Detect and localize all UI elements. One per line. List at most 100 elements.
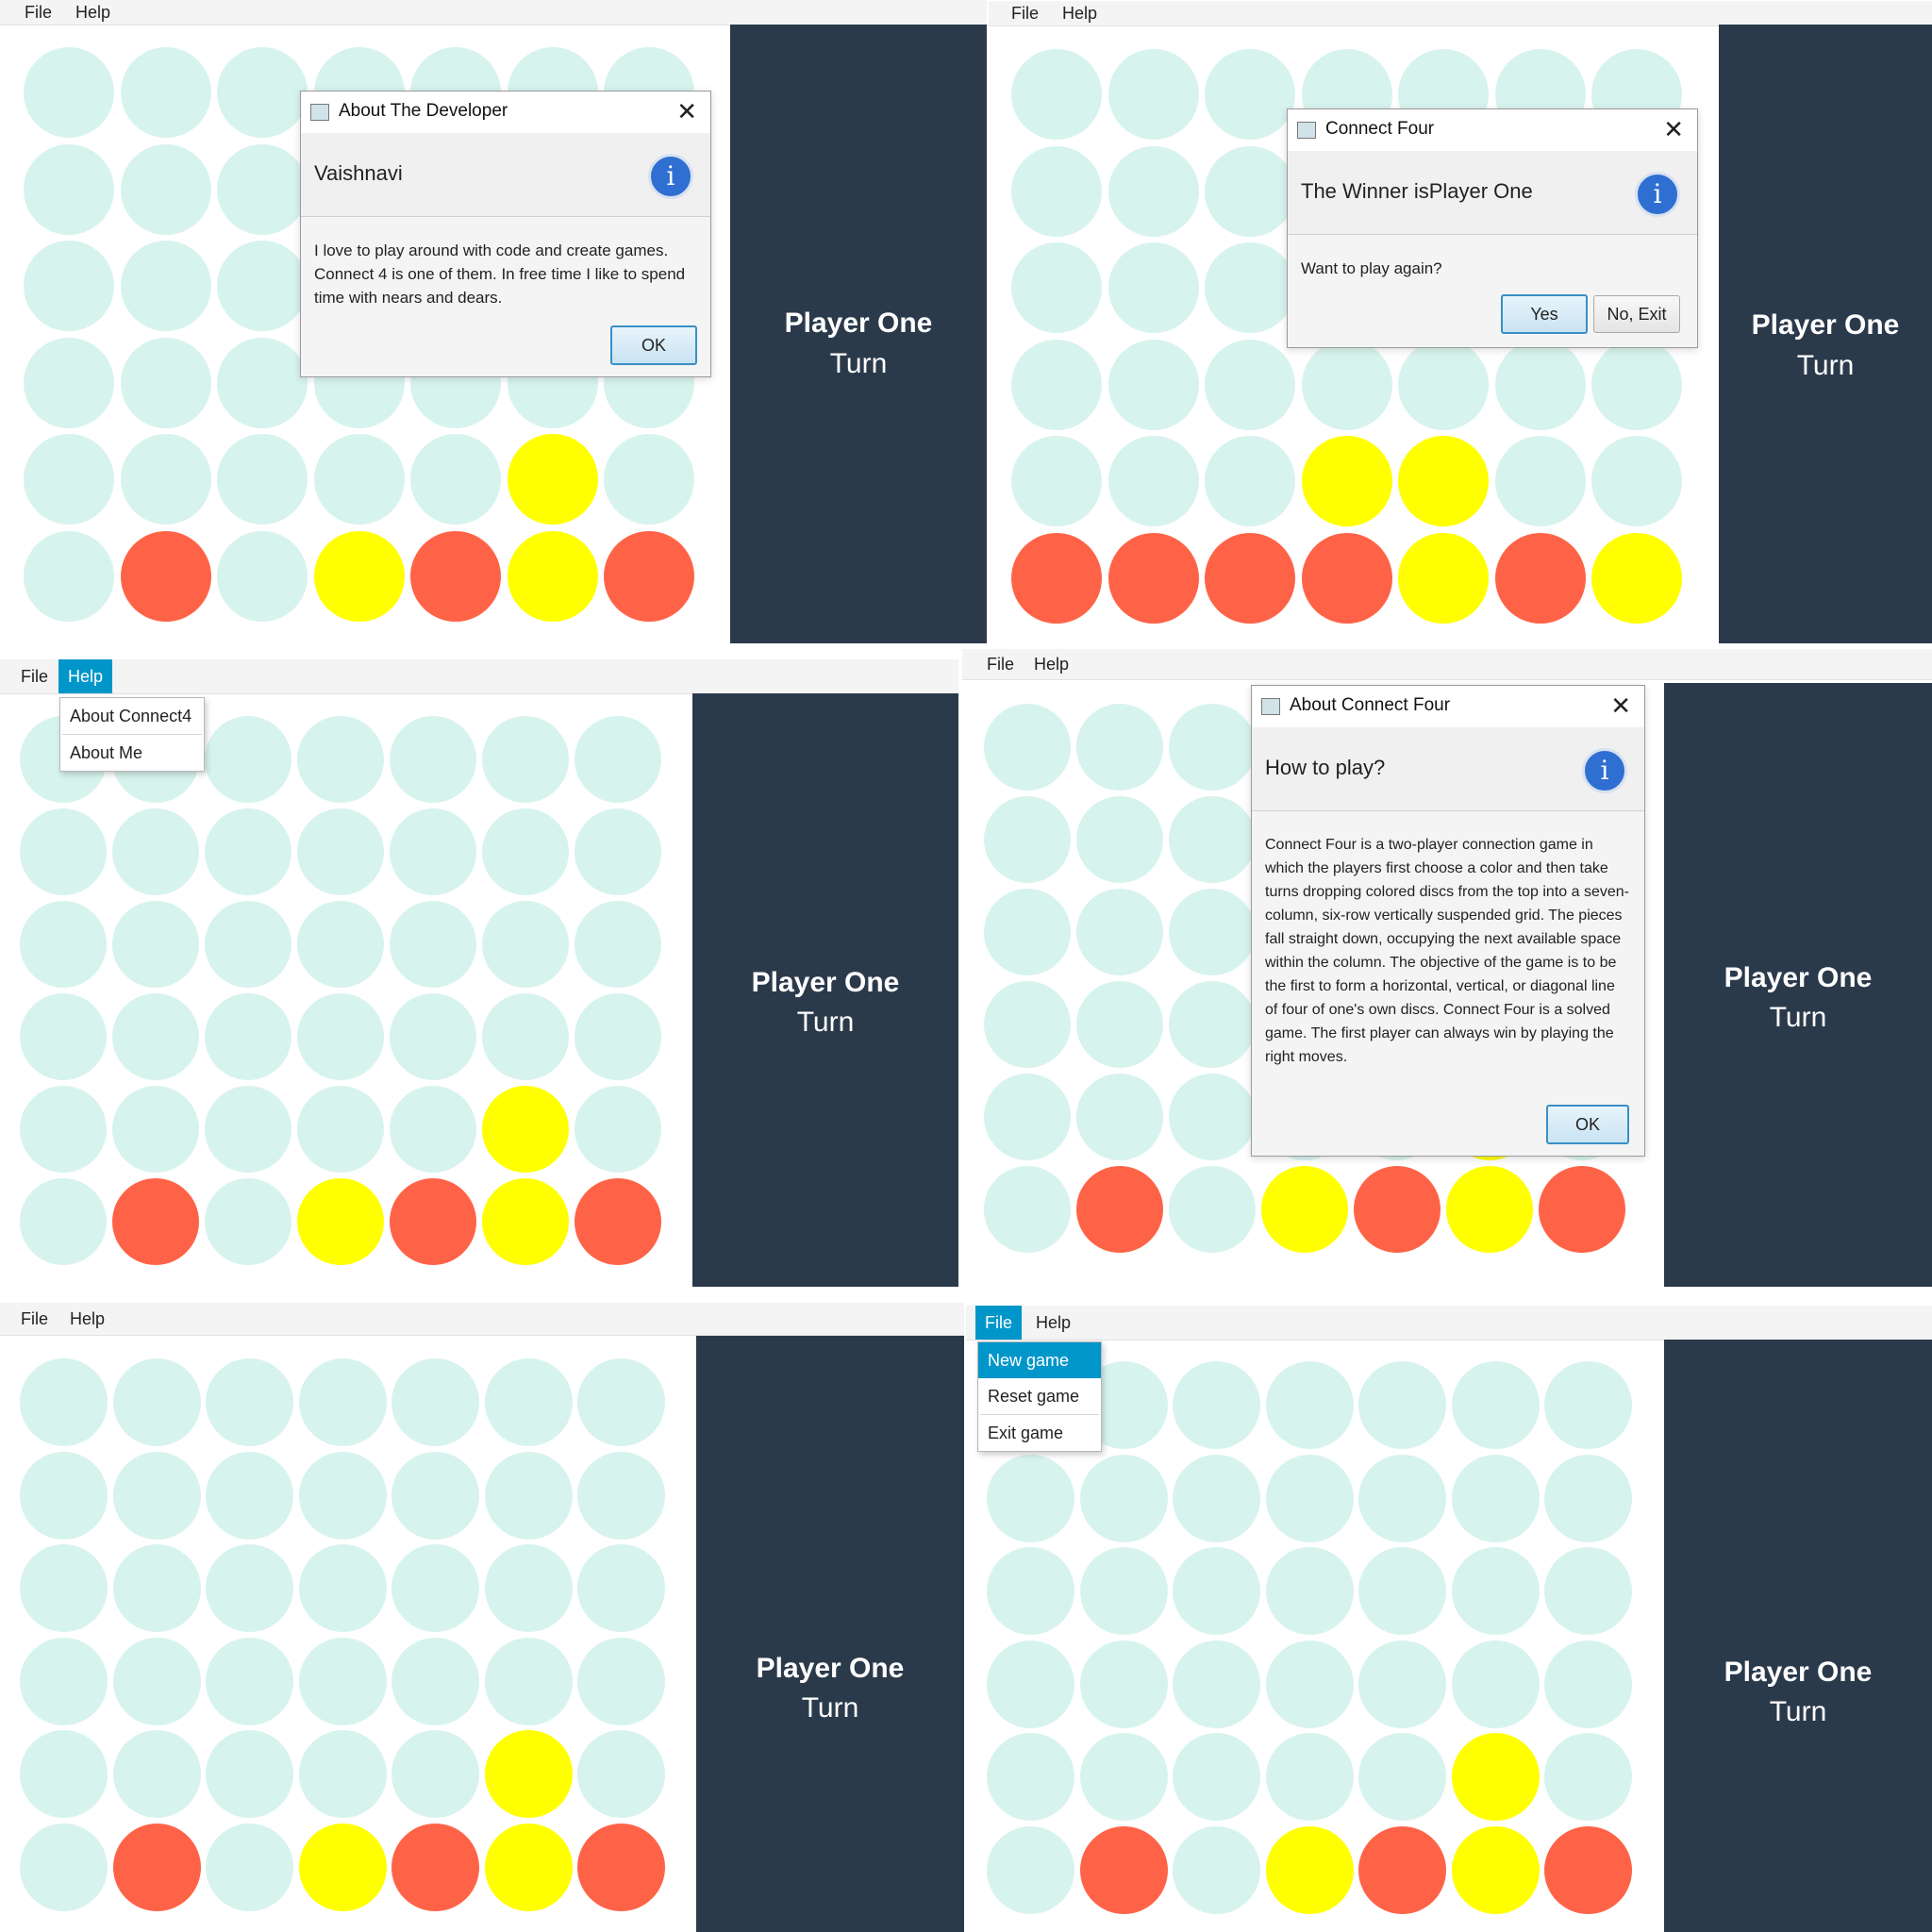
empty-slot	[1079, 1547, 1168, 1635]
yellow-disc	[482, 1178, 569, 1265]
menu-item-reset-game[interactable]: Reset game	[978, 1378, 1101, 1414]
empty-slot	[120, 47, 211, 138]
red-disc	[410, 530, 501, 622]
dialog-header: Vaishnavi i	[301, 133, 710, 217]
empty-slot	[1265, 1640, 1354, 1728]
empty-slot	[206, 1637, 293, 1725]
turn-panel: Player One Turn	[1664, 1340, 1932, 1932]
empty-slot	[1079, 1454, 1168, 1542]
red-disc	[1108, 532, 1199, 624]
turn-label: Turn	[1769, 1696, 1827, 1727]
about-developer-dialog: About The Developer ✕ Vaishnavi i I love…	[300, 91, 711, 377]
empty-slot	[577, 1358, 665, 1446]
menu-item-about-me[interactable]: About Me	[60, 735, 204, 771]
empty-slot	[1108, 436, 1199, 526]
empty-slot	[1544, 1361, 1632, 1449]
help-dropdown: About Connect4 About Me	[59, 697, 205, 772]
empty-slot	[1358, 1454, 1446, 1542]
empty-slot	[1205, 339, 1295, 430]
empty-slot	[1205, 145, 1295, 237]
window-panel-winner: File Help Player One Turn Connect Four ✕…	[989, 0, 1932, 643]
empty-slot	[1076, 796, 1163, 883]
red-disc	[112, 1823, 201, 1911]
red-disc	[1354, 1166, 1441, 1253]
empty-slot	[20, 1823, 108, 1911]
empty-slot	[575, 901, 661, 988]
empty-slot	[205, 1086, 291, 1173]
yellow-disc	[1451, 1825, 1540, 1914]
ok-button[interactable]: OK	[610, 325, 697, 365]
empty-slot	[1265, 1361, 1354, 1449]
close-icon[interactable]: ✕	[1663, 115, 1684, 144]
menu-item-exit-game[interactable]: Exit game	[978, 1415, 1101, 1451]
yellow-disc	[1398, 436, 1489, 526]
empty-slot	[298, 1451, 387, 1540]
about-connect-four-dialog: About Connect Four ✕ How to play? i Conn…	[1251, 685, 1645, 1157]
empty-slot	[1169, 1074, 1256, 1160]
empty-slot	[1358, 1640, 1446, 1728]
close-icon[interactable]: ✕	[676, 97, 697, 126]
empty-slot	[1173, 1454, 1260, 1542]
player-label: Player One	[1751, 309, 1900, 341]
close-icon[interactable]: ✕	[1610, 691, 1631, 721]
empty-slot	[112, 1451, 201, 1540]
yellow-disc	[507, 530, 598, 622]
empty-slot	[1591, 436, 1682, 526]
empty-slot	[112, 1544, 201, 1632]
red-disc	[120, 530, 211, 622]
empty-slot	[205, 1178, 291, 1265]
yellow-disc	[1301, 436, 1392, 526]
empty-slot	[206, 1730, 293, 1818]
empty-slot	[217, 241, 308, 331]
turn-panel: Player One Turn	[696, 1336, 964, 1932]
dialog-title: About Connect Four	[1290, 695, 1451, 715]
turn-label: Turn	[801, 1692, 859, 1724]
empty-slot	[1173, 1733, 1260, 1821]
empty-slot	[297, 808, 384, 895]
empty-slot	[1173, 1361, 1260, 1449]
empty-slot	[987, 1825, 1074, 1914]
game-board[interactable]	[0, 1289, 696, 1932]
empty-slot	[120, 337, 211, 428]
empty-slot	[1169, 889, 1256, 975]
dialog-header: The Winner isPlayer One i	[1288, 151, 1697, 235]
empty-slot	[217, 434, 308, 525]
empty-slot	[1591, 339, 1682, 430]
empty-slot	[298, 1730, 387, 1818]
dialog-header: How to play? i	[1252, 727, 1644, 811]
window-panel-about-developer: File Help Player One Turn About The Deve…	[0, 0, 987, 643]
turn-panel: Player One Turn	[1664, 683, 1932, 1287]
empty-slot	[1358, 1547, 1446, 1635]
empty-slot	[1265, 1733, 1354, 1821]
turn-panel: Player One Turn	[692, 693, 958, 1287]
empty-slot	[1173, 1825, 1260, 1914]
empty-slot	[484, 1544, 573, 1632]
empty-slot	[217, 143, 308, 235]
yellow-disc	[482, 1086, 569, 1173]
dialog-message: Connect Four is a two-player connection …	[1265, 837, 1629, 1065]
empty-slot	[20, 808, 107, 895]
empty-slot	[1011, 242, 1102, 333]
ok-button[interactable]: OK	[1546, 1105, 1629, 1144]
empty-slot	[20, 1086, 107, 1173]
window-panel-help-menu: File Help Player One Turn About Connect4…	[0, 645, 958, 1287]
yes-button[interactable]: Yes	[1501, 294, 1588, 334]
yellow-disc	[507, 434, 598, 525]
empty-slot	[24, 434, 114, 525]
empty-slot	[1451, 1547, 1540, 1635]
empty-slot	[298, 1637, 387, 1725]
empty-slot	[984, 1074, 1071, 1160]
empty-slot	[1076, 1074, 1163, 1160]
empty-slot	[217, 337, 308, 428]
turn-label: Turn	[796, 1007, 855, 1038]
app-icon	[310, 104, 329, 121]
empty-slot	[1205, 49, 1295, 140]
menu-item-about-connect4[interactable]: About Connect4	[60, 698, 204, 734]
menu-item-new-game[interactable]: New game	[978, 1342, 1101, 1378]
file-dropdown: New game Reset game Exit game	[977, 1341, 1102, 1452]
turn-label: Turn	[1796, 350, 1855, 381]
window-panel-about-connect-four: File Help Player One Turn About Connect …	[962, 645, 1932, 1287]
red-disc	[575, 1178, 661, 1265]
no-exit-button[interactable]: No, Exit	[1593, 295, 1680, 333]
empty-slot	[391, 1544, 479, 1632]
